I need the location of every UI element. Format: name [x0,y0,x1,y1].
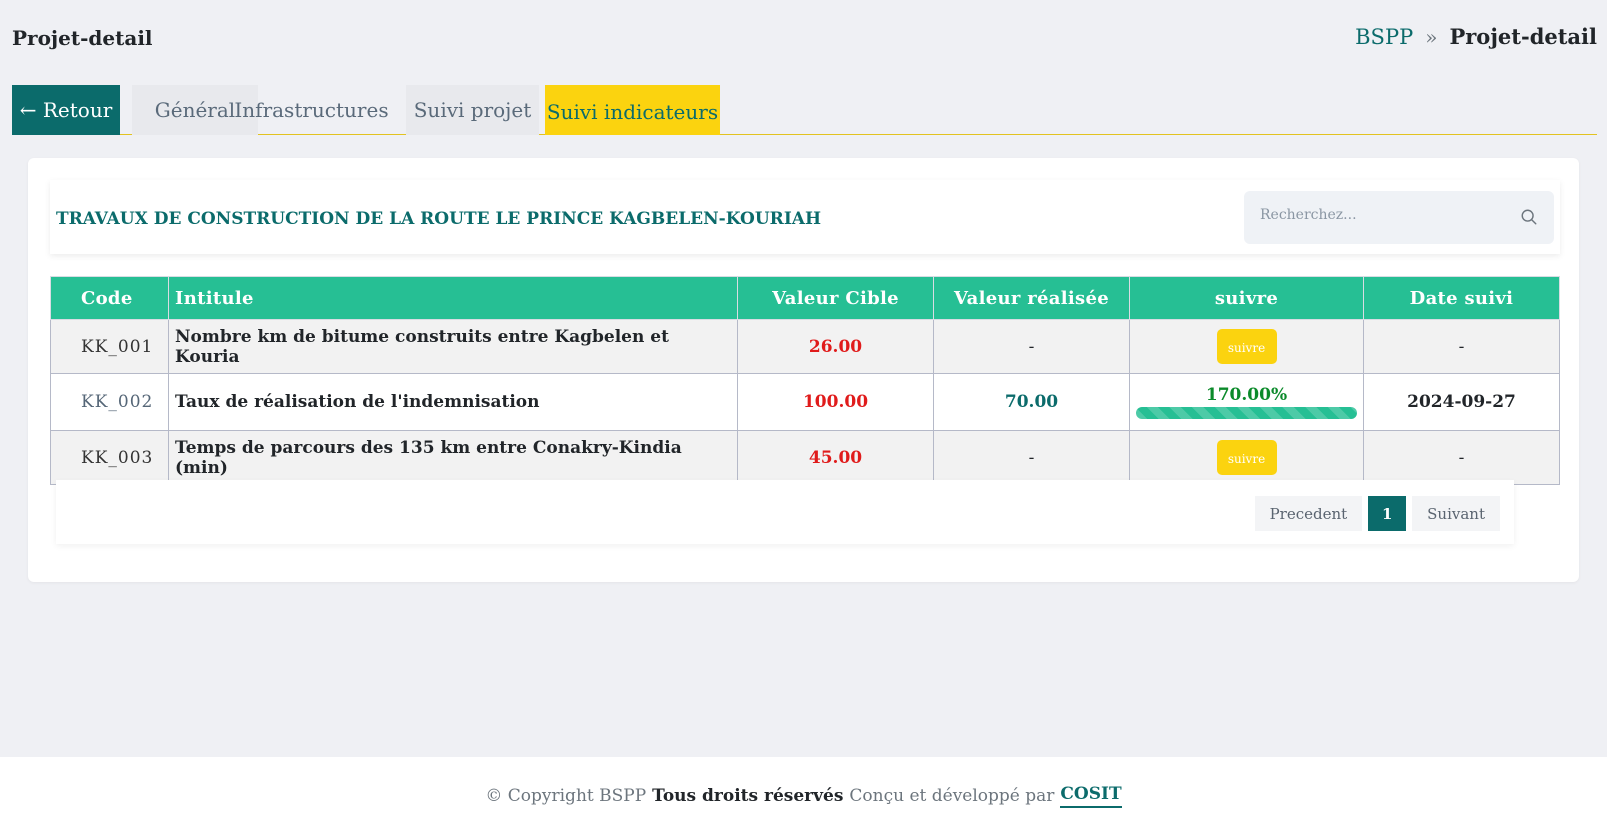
cell-code: KK_003 [50,430,169,485]
cell-code: KK_002 [50,373,169,431]
pagination-box: Precedent 1 Suivant [56,480,1514,544]
footer-designed-by: Conçu et développé par [849,786,1055,806]
tab-suivi-indicateurs[interactable]: Suivi indicateurs [545,85,720,135]
back-button[interactable]: ← Retour [12,85,120,135]
search-input[interactable] [1260,207,1500,223]
cell-code: KK_001 [50,319,169,374]
cell-date-suivi: - [1363,319,1560,374]
footer: © Copyright BSPP Tous droits réservés Co… [0,757,1607,835]
column-header-suivre: suivre [1129,276,1364,320]
column-header-date-suivi: Date suivi [1363,276,1560,320]
breadcrumb: BSPP » Projet-detail [1355,24,1597,49]
cell-intitule: Taux de réalisation de l'indemnisation [168,373,738,431]
next-page-button[interactable]: Suivant [1412,496,1500,531]
table-row: KK_002 Taux de réalisation de l'indemnis… [50,373,1560,431]
column-header-valeur-cible: Valeur Cible [737,276,934,320]
table-row: KK_003 Temps de parcours des 135 km entr… [50,430,1560,485]
breadcrumb-link-bspp[interactable]: BSPP [1355,25,1413,49]
indicators-table: Code Intitule Valeur Cible Valeur réalis… [50,276,1560,485]
cell-valeur-realisee: - [933,319,1130,374]
footer-brand-link[interactable]: COSIT [1060,784,1122,808]
tab-infrastructures[interactable]: Infrastructures [233,85,390,135]
suivre-button[interactable]: suivre [1216,440,1277,475]
page-1-button[interactable]: 1 [1368,496,1407,531]
column-header-intitule: Intitule [168,276,738,320]
page-title: Projet-detail [12,26,153,50]
progress-label: 170.00% [1205,385,1288,405]
tab-bar: ← Retour Général Infrastructures Suivi p… [12,85,1597,135]
breadcrumb-current: Projet-detail [1449,24,1597,49]
cell-suivre: 170.00% [1129,373,1364,431]
cell-valeur-cible: 100.00 [737,373,934,431]
indicators-card: TRAVAUX DE CONSTRUCTION DE LA ROUTE LE P… [28,158,1579,582]
column-header-valeur-realisee: Valeur réalisée [933,276,1130,320]
table-header-row: Code Intitule Valeur Cible Valeur réalis… [50,276,1560,320]
footer-rights: Tous droits réservés [652,786,844,806]
cell-valeur-cible: 45.00 [737,430,934,485]
table-row: KK_001 Nombre km de bitume construits en… [50,319,1560,374]
cell-date-suivi: 2024-09-27 [1363,373,1560,431]
cell-suivre: suivre [1129,319,1364,374]
card-header: TRAVAUX DE CONSTRUCTION DE LA ROUTE LE P… [50,180,1560,254]
suivre-button[interactable]: suivre [1216,329,1277,364]
cell-valeur-realisee: 70.00 [933,373,1130,431]
column-header-code: Code [50,276,169,320]
pagination: Precedent 1 Suivant [1254,496,1500,531]
cell-date-suivi: - [1363,430,1560,485]
cell-suivre: suivre [1129,430,1364,485]
cell-intitule: Nombre km de bitume construits entre Kag… [168,319,738,374]
cell-intitule: Temps de parcours des 135 km entre Conak… [168,430,738,485]
progress-bar [1136,407,1357,419]
footer-copyright: © Copyright BSPP [485,786,647,806]
cell-valeur-realisee: - [933,430,1130,485]
tab-suivi-projet[interactable]: Suivi projet [406,85,539,135]
progress-indicator: 170.00% [1130,385,1363,419]
project-title: TRAVAUX DE CONSTRUCTION DE LA ROUTE LE P… [56,209,822,229]
cell-valeur-cible: 26.00 [737,319,934,374]
breadcrumb-separator-icon: » [1425,24,1438,49]
search-box [1244,191,1554,244]
search-icon[interactable] [1520,208,1538,226]
previous-page-button[interactable]: Precedent [1254,496,1363,531]
